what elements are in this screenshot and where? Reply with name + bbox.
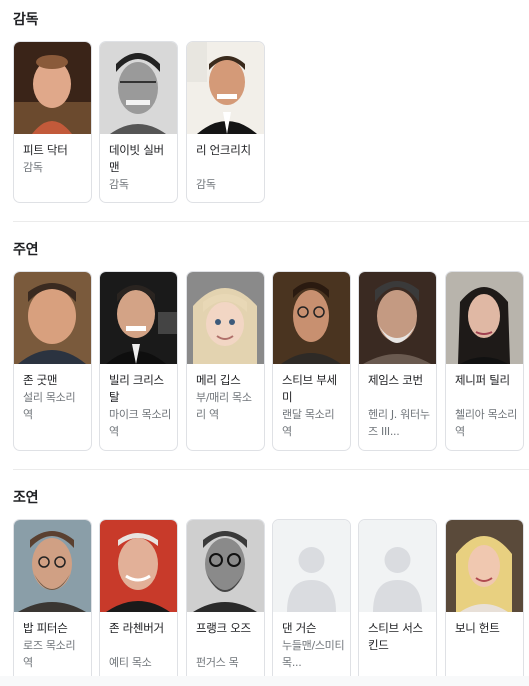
person-role: 랜달 목소리 역 xyxy=(282,408,335,438)
cast-card[interactable]: 존 굿맨 설리 목소리 역 xyxy=(13,271,92,451)
person-photo xyxy=(446,272,523,364)
person-photo-placeholder xyxy=(359,520,436,612)
person-name: 메리 깁스 xyxy=(196,373,241,387)
cast-card[interactable]: 보니 헌트 xyxy=(445,519,524,686)
person-photo xyxy=(359,272,436,364)
person-photo xyxy=(446,520,523,612)
person-photo-placeholder xyxy=(273,520,350,612)
section-title-lead: 주연 xyxy=(13,242,39,258)
person-role: 헨리 J. 워터누즈 III... xyxy=(368,408,430,438)
cast-card[interactable]: 존 라첸버거 예티 목소 xyxy=(99,519,178,686)
person-role: 마이크 목소리 역 xyxy=(109,408,172,438)
person-photo xyxy=(100,272,177,364)
person-name: 리 언크리치 xyxy=(196,143,251,157)
cast-card[interactable]: 스티브 부세미 랜달 목소리 역 xyxy=(272,271,351,451)
person-role: 감독 xyxy=(196,178,216,191)
bottom-edge xyxy=(0,676,529,686)
person-name: 빌리 크리스탈 xyxy=(109,373,164,404)
person-role: 설리 목소리 역 xyxy=(23,391,76,421)
cast-card[interactable]: 빌리 크리스탈 마이크 목소리 역 xyxy=(99,271,178,451)
person-photo xyxy=(273,272,350,364)
person-role: 펀거스 목 xyxy=(196,656,239,669)
cast-card[interactable]: 메리 깁스 부/매리 목소리 역 xyxy=(186,271,265,451)
person-role: 예티 목소 xyxy=(109,656,152,669)
person-name: 제니퍼 틸리 xyxy=(455,373,510,387)
person-name: 스티브 부세미 xyxy=(282,373,337,404)
person-name: 스티브 서스킨드 xyxy=(368,621,423,652)
section-divider xyxy=(13,221,529,222)
cast-card[interactable]: 리 언크리치 감독 xyxy=(186,41,265,203)
person-silhouette-icon xyxy=(273,520,350,612)
person-photo xyxy=(187,272,264,364)
person-name: 데이빗 실버맨 xyxy=(109,143,164,174)
cast-card[interactable]: 스티브 서스킨드 xyxy=(358,519,437,686)
cast-card[interactable]: 프랭크 오즈 펀거스 목 xyxy=(186,519,265,686)
person-role: 부/매리 목소리 역 xyxy=(196,391,252,421)
person-photo xyxy=(100,520,177,612)
person-name: 피트 닥터 xyxy=(23,143,68,157)
person-name: 존 굿맨 xyxy=(23,373,58,387)
person-role: 감독 xyxy=(109,178,129,191)
section-title-director: 감독 xyxy=(13,12,39,28)
section-divider xyxy=(13,469,529,470)
person-role: 감독 xyxy=(23,161,43,174)
person-silhouette-icon xyxy=(359,520,436,612)
person-photo xyxy=(14,272,91,364)
person-photo xyxy=(100,42,177,134)
cast-card[interactable]: 댄 거슨 누들맨/스미티 목... xyxy=(272,519,351,686)
person-role: 첼리아 목소리 역 xyxy=(455,408,518,438)
person-role: 로즈 목소리 역 xyxy=(23,639,76,669)
person-photo xyxy=(14,520,91,612)
person-photo xyxy=(187,42,264,134)
cast-card[interactable]: 피트 닥터 감독 xyxy=(13,41,92,203)
section-title-support: 조연 xyxy=(13,490,39,506)
person-name: 제임스 코번 xyxy=(368,373,423,387)
person-name: 존 라첸버거 xyxy=(109,621,164,635)
person-name: 댄 거슨 xyxy=(282,621,317,635)
cast-card[interactable]: 제니퍼 틸리 첼리아 목소리 역 xyxy=(445,271,524,451)
person-name: 보니 헌트 xyxy=(455,621,500,635)
cast-card[interactable]: 데이빗 실버맨 감독 xyxy=(99,41,178,203)
cast-card[interactable]: 밥 피터슨 로즈 목소리 역 xyxy=(13,519,92,686)
person-photo xyxy=(187,520,264,612)
person-photo xyxy=(14,42,91,134)
person-name: 밥 피터슨 xyxy=(23,621,68,635)
person-role: 누들맨/스미티 목... xyxy=(282,639,345,669)
cast-card[interactable]: 제임스 코번 헨리 J. 워터누즈 III... xyxy=(358,271,437,451)
person-name: 프랭크 오즈 xyxy=(196,621,251,635)
